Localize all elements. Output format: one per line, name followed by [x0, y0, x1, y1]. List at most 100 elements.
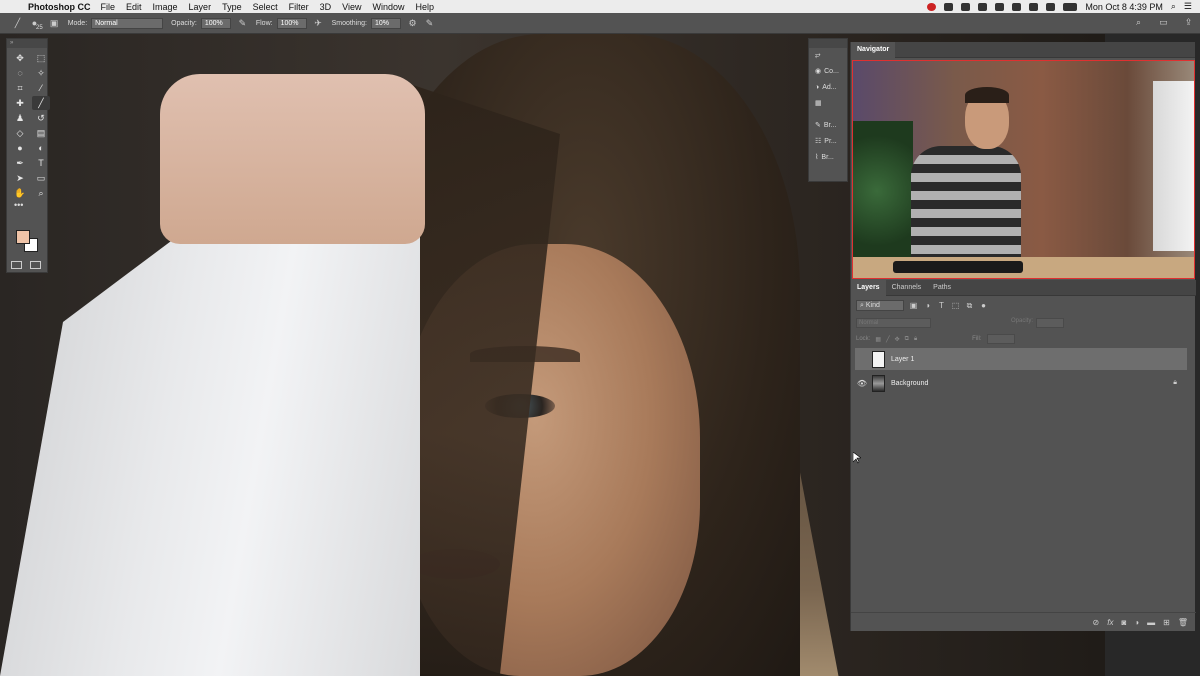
- cloud-icon[interactable]: [978, 2, 988, 11]
- eraser-tool-icon[interactable]: ◇: [11, 126, 29, 140]
- clock[interactable]: Mon Oct 8 4:39 PM: [1085, 2, 1163, 12]
- creative-cloud-icon[interactable]: [944, 2, 954, 11]
- path-selection-tool-icon[interactable]: ➤: [11, 171, 29, 185]
- menu-edit[interactable]: Edit: [126, 2, 142, 12]
- screen-mode-icon[interactable]: [30, 261, 41, 269]
- menu-image[interactable]: Image: [153, 2, 178, 12]
- lock-all-icon[interactable]: 🔒︎: [914, 336, 917, 343]
- volume-icon[interactable]: [1029, 2, 1039, 11]
- navigator-thumbnail[interactable]: [852, 60, 1195, 279]
- healing-brush-tool-icon[interactable]: ✚: [11, 96, 29, 110]
- display-icon[interactable]: [1012, 2, 1022, 11]
- adjustments-panel-button[interactable]: ◑ Ad...: [809, 80, 847, 96]
- lasso-tool-icon[interactable]: ◌: [11, 66, 29, 80]
- opacity-pressure-icon[interactable]: ✎: [237, 18, 248, 29]
- layer-opacity-field[interactable]: [1036, 318, 1065, 328]
- tab-channels[interactable]: Channels: [886, 280, 928, 296]
- opacity-field[interactable]: 100%: [200, 17, 231, 29]
- trash-icon[interactable]: 🗑︎: [1178, 618, 1188, 627]
- upload-icon[interactable]: [995, 2, 1005, 11]
- tab-navigator[interactable]: Navigator: [851, 41, 896, 58]
- kind-filter-select[interactable]: ⌕ Kind: [856, 300, 904, 311]
- layer-row-layer-1[interactable]: Layer 1: [855, 348, 1187, 370]
- menu-filter[interactable]: Filter: [289, 2, 309, 12]
- dodge-tool-icon[interactable]: ●: [11, 141, 29, 155]
- filter-smart-object-icon[interactable]: ⧉: [965, 301, 974, 310]
- move-tool-icon[interactable]: ✥: [11, 51, 29, 65]
- edit-toolbar-icon[interactable]: •••: [7, 200, 47, 210]
- layer-style-fx-icon[interactable]: fx: [1107, 618, 1113, 627]
- menu-layer[interactable]: Layer: [189, 2, 212, 12]
- filter-pixel-icon[interactable]: ▣: [909, 301, 918, 310]
- search-icon[interactable]: ⌕: [1133, 17, 1144, 28]
- foreground-color-swatch[interactable]: [16, 230, 30, 244]
- layer-row-background[interactable]: 👁︎ Background 🔒︎: [855, 372, 1187, 394]
- filter-adjustment-icon[interactable]: ◑: [923, 301, 932, 310]
- filter-shape-icon[interactable]: ⬚: [951, 301, 960, 310]
- lock-artboard-icon[interactable]: ⧉: [905, 336, 909, 343]
- brush-settings-toggle-icon[interactable]: ▣: [49, 18, 60, 29]
- hand-tool-icon[interactable]: ✋: [11, 186, 29, 200]
- size-pressure-icon[interactable]: ✎: [424, 18, 435, 29]
- lock-transparent-icon[interactable]: ▦: [875, 336, 881, 343]
- workspace-icon[interactable]: ▭: [1158, 17, 1169, 28]
- new-group-icon[interactable]: ▬: [1147, 618, 1155, 627]
- zoom-tool-icon[interactable]: ⌕: [32, 186, 50, 200]
- tools-panel-header[interactable]: »: [7, 39, 47, 48]
- brushes-panel-button[interactable]: ⌇ Br...: [809, 150, 847, 166]
- color-panel-button[interactable]: ◉ Co...: [809, 64, 847, 80]
- eyedropper-tool-icon[interactable]: ⁄: [32, 81, 50, 95]
- link-layers-icon[interactable]: ⊘: [1093, 618, 1100, 627]
- menu-3d[interactable]: 3D: [320, 2, 332, 12]
- filter-type-icon[interactable]: T: [937, 301, 946, 310]
- menu-type[interactable]: Type: [222, 2, 242, 12]
- blend-mode-select[interactable]: Normal: [856, 318, 931, 328]
- brush-tool-preset-icon[interactable]: ╱: [12, 18, 23, 29]
- new-adjustment-layer-icon[interactable]: ◑: [1134, 618, 1139, 627]
- clone-stamp-tool-icon[interactable]: ♟: [11, 111, 29, 125]
- history-panel-button[interactable]: ⥂: [809, 48, 847, 64]
- history-brush-tool-icon[interactable]: ↺: [32, 111, 50, 125]
- smoothing-settings-gear-icon[interactable]: ⚙: [407, 18, 418, 29]
- menu-help[interactable]: Help: [415, 2, 434, 12]
- crop-tool-icon[interactable]: ⌗: [11, 81, 29, 95]
- collapsed-panels-header[interactable]: [809, 39, 847, 48]
- record-icon[interactable]: [927, 2, 937, 11]
- sync-icon[interactable]: [961, 2, 971, 11]
- notification-center-icon[interactable]: ☰: [1184, 1, 1192, 12]
- tab-layers[interactable]: Layers: [851, 279, 886, 296]
- swatches-panel-button[interactable]: ▦: [809, 96, 847, 112]
- share-icon[interactable]: ⇪: [1183, 17, 1194, 28]
- gradient-tool-icon[interactable]: ▤: [32, 126, 50, 140]
- wifi-icon[interactable]: [1046, 2, 1056, 11]
- menu-window[interactable]: Window: [372, 2, 404, 12]
- filter-toggle-icon[interactable]: ●: [979, 301, 988, 310]
- brush-tool-icon[interactable]: ╱: [32, 96, 50, 110]
- eye-icon[interactable]: 👁︎: [855, 379, 869, 388]
- magic-wand-tool-icon[interactable]: ✧: [32, 66, 50, 80]
- add-mask-icon[interactable]: ◙: [1121, 618, 1126, 627]
- mode-select[interactable]: Normal: [91, 17, 164, 29]
- tab-paths[interactable]: Paths: [927, 280, 957, 296]
- spotlight-icon[interactable]: ⌕: [1171, 1, 1176, 12]
- lock-position-icon[interactable]: ✥: [895, 336, 900, 343]
- properties-panel-button[interactable]: ☷ Pr...: [809, 134, 847, 150]
- pen-tool-icon[interactable]: ✒: [11, 156, 29, 170]
- airbrush-icon[interactable]: ✈: [313, 18, 324, 29]
- menu-file[interactable]: File: [101, 2, 116, 12]
- type-tool-icon[interactable]: T: [32, 156, 50, 170]
- battery-icon[interactable]: [1063, 2, 1078, 11]
- smoothing-field[interactable]: 10%: [371, 17, 401, 29]
- flow-field[interactable]: 100%: [276, 17, 307, 29]
- brush-settings-panel-button[interactable]: ✎ Br...: [809, 118, 847, 134]
- fill-field[interactable]: [986, 334, 1015, 344]
- rectangle-tool-icon[interactable]: ▭: [32, 171, 50, 185]
- app-menu[interactable]: Photoshop CC: [28, 2, 91, 12]
- new-layer-icon[interactable]: ⊞: [1163, 618, 1170, 627]
- quick-mask-icon[interactable]: [11, 261, 22, 269]
- blur-tool-icon[interactable]: ◐: [32, 141, 50, 155]
- lock-pixels-icon[interactable]: ╱: [886, 336, 890, 343]
- menu-view[interactable]: View: [342, 2, 361, 12]
- menu-select[interactable]: Select: [253, 2, 278, 12]
- marquee-tool-icon[interactable]: ⬚: [32, 51, 50, 65]
